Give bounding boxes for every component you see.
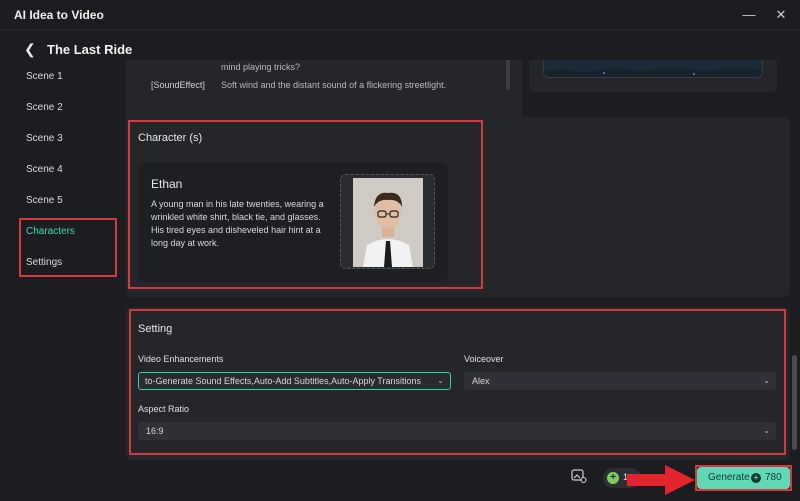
sound-effect-tag: [SoundEffect] (151, 80, 205, 90)
voiceover-label: Voiceover (464, 354, 504, 364)
settings-heading: Setting (138, 323, 173, 335)
aspect-ratio-value: 16:9 (146, 426, 164, 436)
credit-coin-icon: + (751, 473, 761, 483)
red-arrow-annotation (627, 465, 695, 495)
sound-effect-text: Soft wind and the distant sound of a fli… (221, 80, 447, 90)
characters-panel: Character (s) Ethan A young man in his l… (126, 117, 790, 297)
sidebar-item-settings[interactable]: Settings (16, 250, 116, 276)
characters-heading: Character (s) (138, 132, 203, 144)
aspect-ratio-label: Aspect Ratio (138, 404, 190, 414)
voiceover-value: Alex (472, 376, 490, 386)
sidebar-item-scene-1[interactable]: Scene 1 (16, 64, 116, 90)
main-content: mind playing tricks? [SoundEffect] Soft … (126, 60, 790, 460)
main-scrollbar[interactable] (792, 355, 797, 450)
chevron-down-icon: ⌄ (437, 376, 444, 385)
settings-panel: Setting Video Enhancements to-Generate S… (126, 307, 790, 460)
sidebar-item-scene-5[interactable]: Scene 5 (16, 188, 116, 214)
scene-thumbnail-panel (529, 60, 777, 92)
video-enhancements-value: to-Generate Sound Effects,Auto-Add Subti… (145, 376, 421, 386)
sidebar-item-scene-4[interactable]: Scene 4 (16, 157, 116, 183)
sidebar-item-scene-3[interactable]: Scene 3 (16, 126, 116, 152)
character-name: Ethan (151, 177, 183, 191)
bottom-bar: + 1 Generate + 780 (0, 460, 800, 501)
generate-button[interactable]: Generate + 780 (697, 467, 790, 489)
image-settings-icon[interactable] (571, 468, 587, 484)
close-icon[interactable]: ✕ (772, 6, 790, 24)
sidebar-item-characters[interactable]: Characters (16, 219, 116, 245)
voiceover-select[interactable]: Alex ⌄ (464, 372, 776, 390)
aspect-ratio-select[interactable]: 16:9 ⌄ (138, 422, 776, 440)
video-enhancements-select[interactable]: to-Generate Sound Effects,Auto-Add Subti… (138, 372, 451, 390)
scene-line-fragment: mind playing tricks? (221, 62, 301, 72)
sidebar-item-scene-2[interactable]: Scene 2 (16, 95, 116, 121)
character-portrait-image (353, 178, 423, 267)
credit-plus-icon: + (607, 472, 619, 484)
scene-thumbnail-image (544, 60, 762, 77)
scene-thumbnail[interactable] (543, 60, 763, 78)
generate-cost: 780 (765, 472, 782, 483)
video-enhancements-label: Video Enhancements (138, 354, 224, 364)
chevron-down-icon: ⌄ (763, 426, 770, 435)
page-title: The Last Ride (47, 42, 133, 57)
title-bar: AI Idea to Video — ✕ (0, 0, 800, 30)
generate-label: Generate (708, 472, 750, 483)
chevron-left-icon[interactable]: ❮ (24, 41, 38, 57)
scene-script-scrollbar[interactable] (506, 60, 510, 90)
character-description: A young man in his late twenties, wearin… (151, 199, 324, 248)
app-title: AI Idea to Video (14, 8, 104, 22)
minimize-icon[interactable]: — (740, 6, 758, 24)
chevron-down-icon: ⌄ (763, 376, 770, 385)
character-card[interactable]: Ethan A young man in his late twenties, … (138, 162, 448, 282)
character-portrait[interactable] (340, 174, 435, 269)
